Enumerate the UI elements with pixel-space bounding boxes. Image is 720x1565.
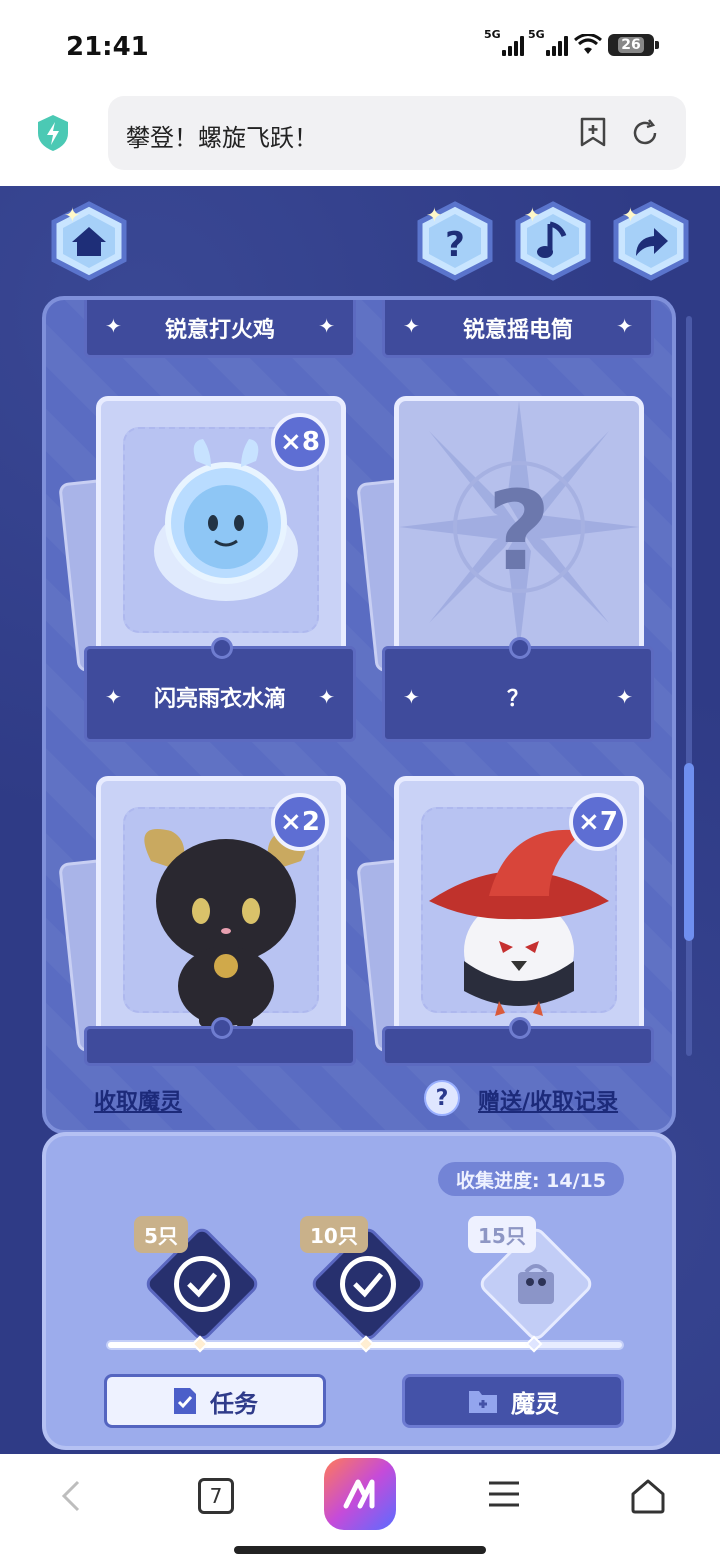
task-document-icon xyxy=(174,1388,196,1414)
music-button[interactable]: ✦ xyxy=(512,200,594,282)
card-label-locked: ✦ ？ ✦ xyxy=(382,637,654,742)
spirit-card-goat[interactable]: ×2 xyxy=(96,776,346,1038)
share-arrow-icon: ✦ xyxy=(613,201,689,281)
status-icons: 5G 5G 26 xyxy=(484,28,659,56)
spirit-card-raindrop[interactable]: ×8 xyxy=(96,396,346,658)
url-bar[interactable]: 攀登！螺旋飞跃！ xyxy=(108,96,686,170)
gift-record-link[interactable]: 赠送/收取记录 xyxy=(478,1084,618,1116)
svg-text:✦: ✦ xyxy=(622,203,639,227)
spirit-card-witch-bird[interactable]: ×7 xyxy=(394,776,644,1038)
music-note-icon: ✦ xyxy=(515,201,591,281)
page-title: 攀登！螺旋飞跃！ xyxy=(126,124,318,152)
home-nav-button[interactable] xyxy=(628,1476,668,1516)
gift-bag-icon xyxy=(518,1264,554,1304)
checkmark-icon xyxy=(174,1256,230,1312)
collection-panel: ✦ 锐意打火鸡 ✦ ✦ 锐意摇电筒 ✦ ×8 ✦ 闪亮雨衣水滴 ✦ ? ✦ ？ … xyxy=(42,296,676,1134)
share-button[interactable]: ✦ xyxy=(610,200,692,282)
game-area: ✦ ? ✦ ✦ ✦ ✦ 锐意打火鸡 ✦ ✦ 锐意摇电筒 ✦ ×8 ✦ 闪亮雨衣水… xyxy=(0,186,720,1454)
count-badge: ×8 xyxy=(271,413,329,471)
locked-placeholder-image: ? xyxy=(399,401,639,653)
collection-progress-panel: 收集进度: 14/15 5只 10只 15只 任务 魔灵 xyxy=(42,1132,676,1450)
cellular-signal-icon: 5G xyxy=(484,28,524,56)
svg-text:✦: ✦ xyxy=(426,203,443,227)
spirit-button[interactable]: 魔灵 xyxy=(402,1374,624,1428)
assistant-button[interactable] xyxy=(324,1458,396,1530)
question-icon: ? ✦ xyxy=(417,201,493,281)
card-label-goat xyxy=(84,1017,356,1066)
ai-logo-icon xyxy=(343,1479,375,1509)
svg-text:✦: ✦ xyxy=(64,203,81,227)
reload-icon[interactable] xyxy=(630,118,660,148)
svg-text:✦: ✦ xyxy=(524,203,541,227)
card-label-raindrop: ✦ 闪亮雨衣水滴 ✦ xyxy=(84,637,356,742)
tabs-button[interactable]: 7 xyxy=(198,1478,234,1514)
home-indicator xyxy=(234,1546,486,1554)
home-icon: ✦ xyxy=(51,201,127,281)
bookmark-add-icon[interactable] xyxy=(578,116,608,148)
scrollbar-track[interactable] xyxy=(686,316,692,1056)
home-button[interactable]: ✦ xyxy=(48,200,130,282)
battery-icon: 26 xyxy=(608,34,659,56)
milestone-15[interactable]: 15只 xyxy=(468,1216,596,1344)
status-time: 21:41 xyxy=(66,32,149,62)
card-label-top-left: ✦ 锐意打火鸡 ✦ xyxy=(84,300,356,358)
spirit-card-locked[interactable]: ? xyxy=(394,396,644,658)
status-bar: 21:41 5G 5G 26 xyxy=(0,0,720,92)
milestone-tag: 10只 xyxy=(300,1216,368,1253)
svg-text:?: ? xyxy=(487,467,551,595)
house-icon xyxy=(631,1479,665,1514)
milestone-10[interactable]: 10只 xyxy=(300,1216,428,1344)
shield-icon[interactable] xyxy=(36,114,70,152)
hamburger-menu-icon xyxy=(489,1481,519,1507)
chevron-left-icon xyxy=(61,1480,80,1512)
menu-button[interactable] xyxy=(486,1476,522,1512)
checkmark-icon xyxy=(340,1256,396,1312)
milestone-tag: 5只 xyxy=(134,1216,188,1253)
back-button[interactable] xyxy=(52,1476,92,1516)
card-label-witch-bird xyxy=(382,1017,654,1066)
milestone-5[interactable]: 5只 xyxy=(134,1216,262,1344)
progress-label: 收集进度: 14/15 xyxy=(437,1162,624,1196)
count-badge: ×2 xyxy=(271,793,329,851)
folder-icon xyxy=(469,1391,497,1413)
browser-address-row: 攀登！螺旋飞跃！ xyxy=(0,92,720,186)
svg-text:?: ? xyxy=(445,225,465,265)
wifi-icon xyxy=(574,34,602,54)
count-badge: ×7 xyxy=(569,793,627,851)
cellular-signal-icon-2: 5G xyxy=(528,28,568,56)
scrollbar-thumb[interactable] xyxy=(684,763,694,941)
milestone-tag: 15只 xyxy=(468,1216,536,1253)
collect-spirit-link[interactable]: 收取魔灵 xyxy=(94,1084,182,1116)
record-help-icon[interactable]: ? xyxy=(424,1080,460,1116)
help-button[interactable]: ? ✦ xyxy=(414,200,496,282)
card-label-top-right: ✦ 锐意摇电筒 ✦ xyxy=(382,300,654,358)
task-button[interactable]: 任务 xyxy=(104,1374,326,1428)
